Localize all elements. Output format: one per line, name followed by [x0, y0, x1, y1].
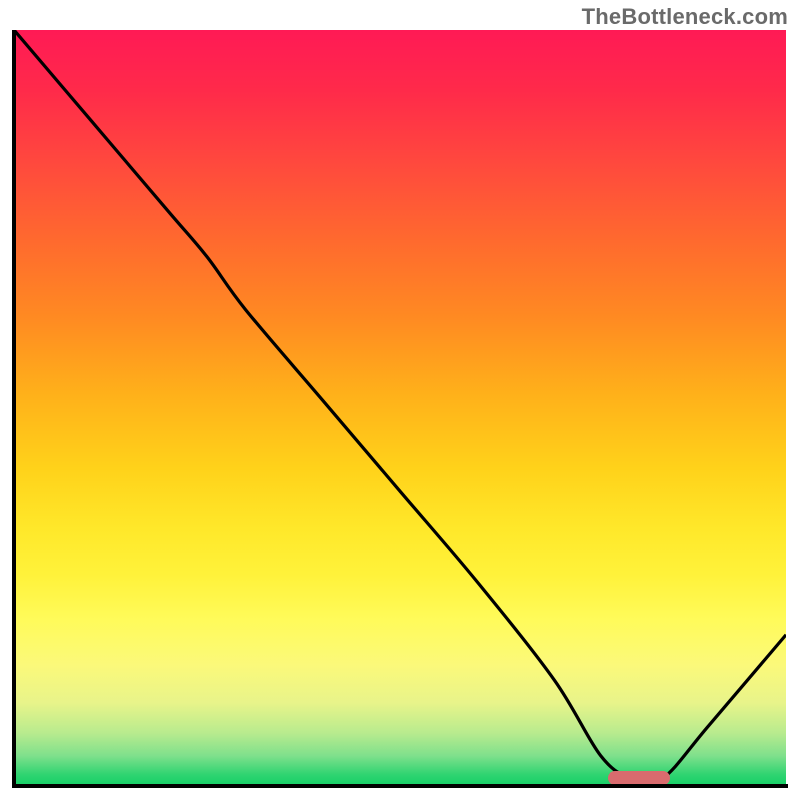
chart-frame: TheBottleneck.com	[0, 0, 800, 800]
y-axis	[12, 30, 16, 788]
bottleneck-curve-path	[14, 30, 786, 783]
curve-svg	[14, 30, 786, 786]
plot-area	[14, 30, 786, 786]
x-axis	[12, 784, 788, 788]
watermark-text: TheBottleneck.com	[582, 4, 788, 30]
